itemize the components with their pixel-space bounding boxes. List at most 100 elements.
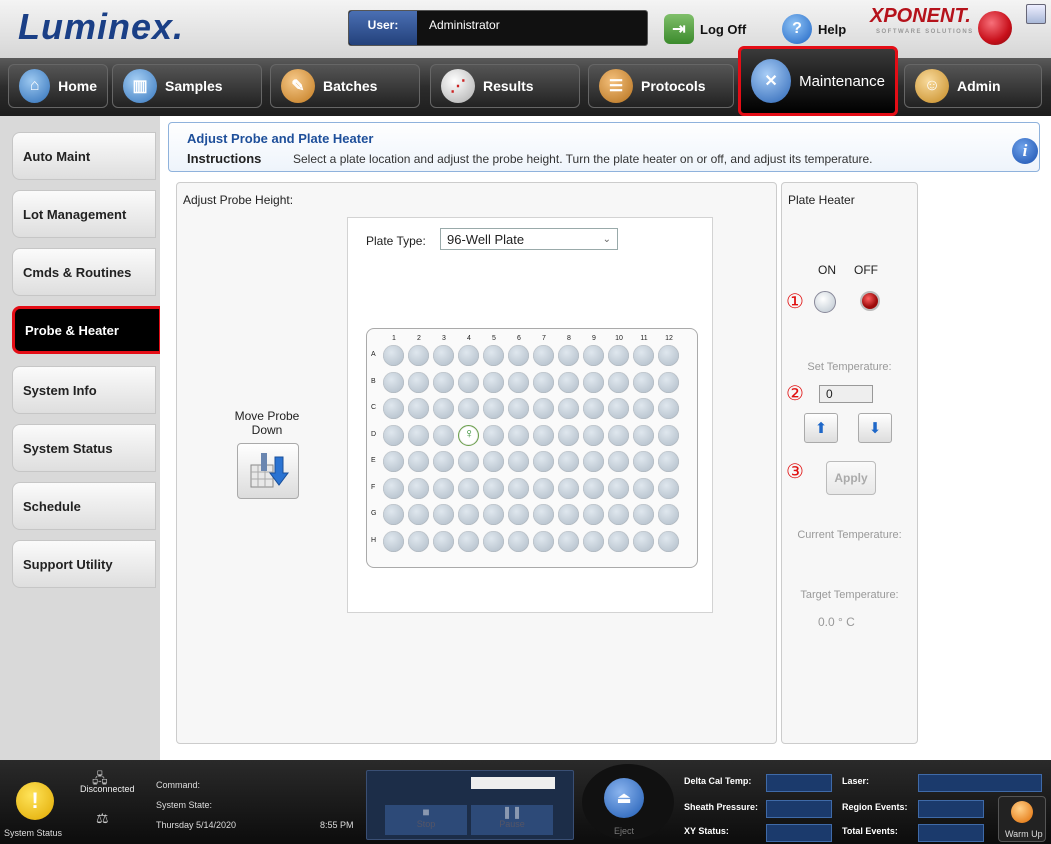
well-A2[interactable] (408, 345, 429, 366)
well-E6[interactable] (508, 451, 529, 472)
well-G10[interactable] (608, 504, 629, 525)
well-A12[interactable] (658, 345, 679, 366)
sidebar-item-system-info[interactable]: System Info (12, 366, 156, 414)
tab-results[interactable]: ⋰ Results (430, 64, 580, 108)
well-G12[interactable] (658, 504, 679, 525)
well-H11[interactable] (633, 530, 654, 552)
well-B10[interactable] (608, 371, 629, 393)
well-E7[interactable] (533, 451, 554, 472)
heater-on-radio[interactable] (814, 291, 836, 313)
well-B4[interactable] (458, 371, 479, 393)
well-H12[interactable] (658, 530, 679, 552)
stop-button[interactable]: ■ Stop (385, 805, 467, 835)
well-C2[interactable] (408, 398, 429, 419)
well-D10[interactable] (608, 424, 629, 446)
warm-up-button[interactable]: Warm Up (998, 796, 1046, 842)
well-B8[interactable] (558, 371, 579, 393)
well-H1[interactable] (383, 530, 404, 552)
well-B1[interactable] (383, 371, 404, 393)
well-C5[interactable] (483, 398, 504, 419)
well-B6[interactable] (508, 371, 529, 393)
well-A9[interactable] (583, 345, 604, 366)
well-G4[interactable] (458, 504, 479, 525)
well-H10[interactable] (608, 530, 629, 552)
apply-button[interactable]: Apply (826, 461, 876, 495)
tab-batches[interactable]: ✎ Batches (270, 64, 420, 108)
plate-type-select[interactable]: 96-Well Plate ⌄ (440, 228, 618, 250)
well-F10[interactable] (608, 477, 629, 499)
well-A1[interactable] (383, 345, 404, 366)
well-E5[interactable] (483, 451, 504, 472)
well-D11[interactable] (633, 424, 654, 446)
well-G9[interactable] (583, 504, 604, 525)
logoff-button[interactable]: ⇥ Log Off (664, 12, 746, 46)
sidebar-item-schedule[interactable]: Schedule (12, 482, 156, 530)
well-D3[interactable] (433, 424, 454, 446)
well-B3[interactable] (433, 371, 454, 393)
well-A4[interactable] (458, 345, 479, 366)
well-F8[interactable] (558, 477, 579, 499)
well-A3[interactable] (433, 345, 454, 366)
sidebar-item-cmds-routines[interactable]: Cmds & Routines (12, 248, 156, 296)
set-temperature-input[interactable]: 0 (819, 385, 873, 403)
well-A11[interactable] (633, 345, 654, 366)
well-B9[interactable] (583, 371, 604, 393)
well-H8[interactable] (558, 530, 579, 552)
heater-off-radio[interactable] (860, 291, 880, 311)
well-D2[interactable] (408, 424, 429, 446)
well-D12[interactable] (658, 424, 679, 446)
well-B11[interactable] (633, 371, 654, 393)
sidebar-item-probe-heater[interactable]: Probe & Heater (12, 306, 162, 354)
well-D9[interactable] (583, 424, 604, 446)
well-F3[interactable] (433, 477, 454, 499)
well-C6[interactable] (508, 398, 529, 419)
well-H5[interactable] (483, 530, 504, 552)
well-C9[interactable] (583, 398, 604, 419)
well-F5[interactable] (483, 477, 504, 499)
tab-maintenance[interactable]: ✕ Maintenance (738, 46, 898, 116)
well-G3[interactable] (433, 504, 454, 525)
sidebar-item-lot-management[interactable]: Lot Management (12, 190, 156, 238)
system-status-button[interactable]: ! System Status (0, 760, 72, 844)
well-D6[interactable] (508, 424, 529, 446)
well-H2[interactable] (408, 530, 429, 552)
well-B2[interactable] (408, 371, 429, 393)
tab-home[interactable]: ⌂ Home (8, 64, 108, 108)
pause-button[interactable]: ❚❚ Pause (471, 805, 553, 835)
well-B5[interactable] (483, 371, 504, 393)
well-F2[interactable] (408, 477, 429, 499)
well-G8[interactable] (558, 504, 579, 525)
well-C12[interactable] (658, 398, 679, 419)
well-C1[interactable] (383, 398, 404, 419)
well-G7[interactable] (533, 504, 554, 525)
well-F11[interactable] (633, 477, 654, 499)
well-E9[interactable] (583, 451, 604, 472)
tab-protocols[interactable]: ☰ Protocols (588, 64, 734, 108)
sidebar-item-system-status[interactable]: System Status (12, 424, 156, 472)
well-H3[interactable] (433, 530, 454, 552)
info-icon[interactable]: i (1012, 138, 1038, 164)
well-F6[interactable] (508, 477, 529, 499)
well-E11[interactable] (633, 451, 654, 472)
well-B7[interactable] (533, 371, 554, 393)
well-C7[interactable] (533, 398, 554, 419)
well-A8[interactable] (558, 345, 579, 366)
well-H6[interactable] (508, 530, 529, 552)
well-D7[interactable] (533, 424, 554, 446)
well-C3[interactable] (433, 398, 454, 419)
minimize-button[interactable] (1026, 4, 1046, 24)
eject-button[interactable]: ⏏ Eject (582, 764, 674, 840)
well-H9[interactable] (583, 530, 604, 552)
well-G2[interactable] (408, 504, 429, 525)
help-button[interactable]: ? Help (782, 12, 846, 46)
well-A7[interactable] (533, 345, 554, 366)
well-D8[interactable] (558, 424, 579, 446)
well-G5[interactable] (483, 504, 504, 525)
well-D5[interactable] (483, 424, 504, 446)
well-H4[interactable] (458, 530, 479, 552)
well-A5[interactable] (483, 345, 504, 366)
well-G1[interactable] (383, 504, 404, 525)
well-G6[interactable] (508, 504, 529, 525)
well-F1[interactable] (383, 477, 404, 499)
well-E2[interactable] (408, 451, 429, 472)
